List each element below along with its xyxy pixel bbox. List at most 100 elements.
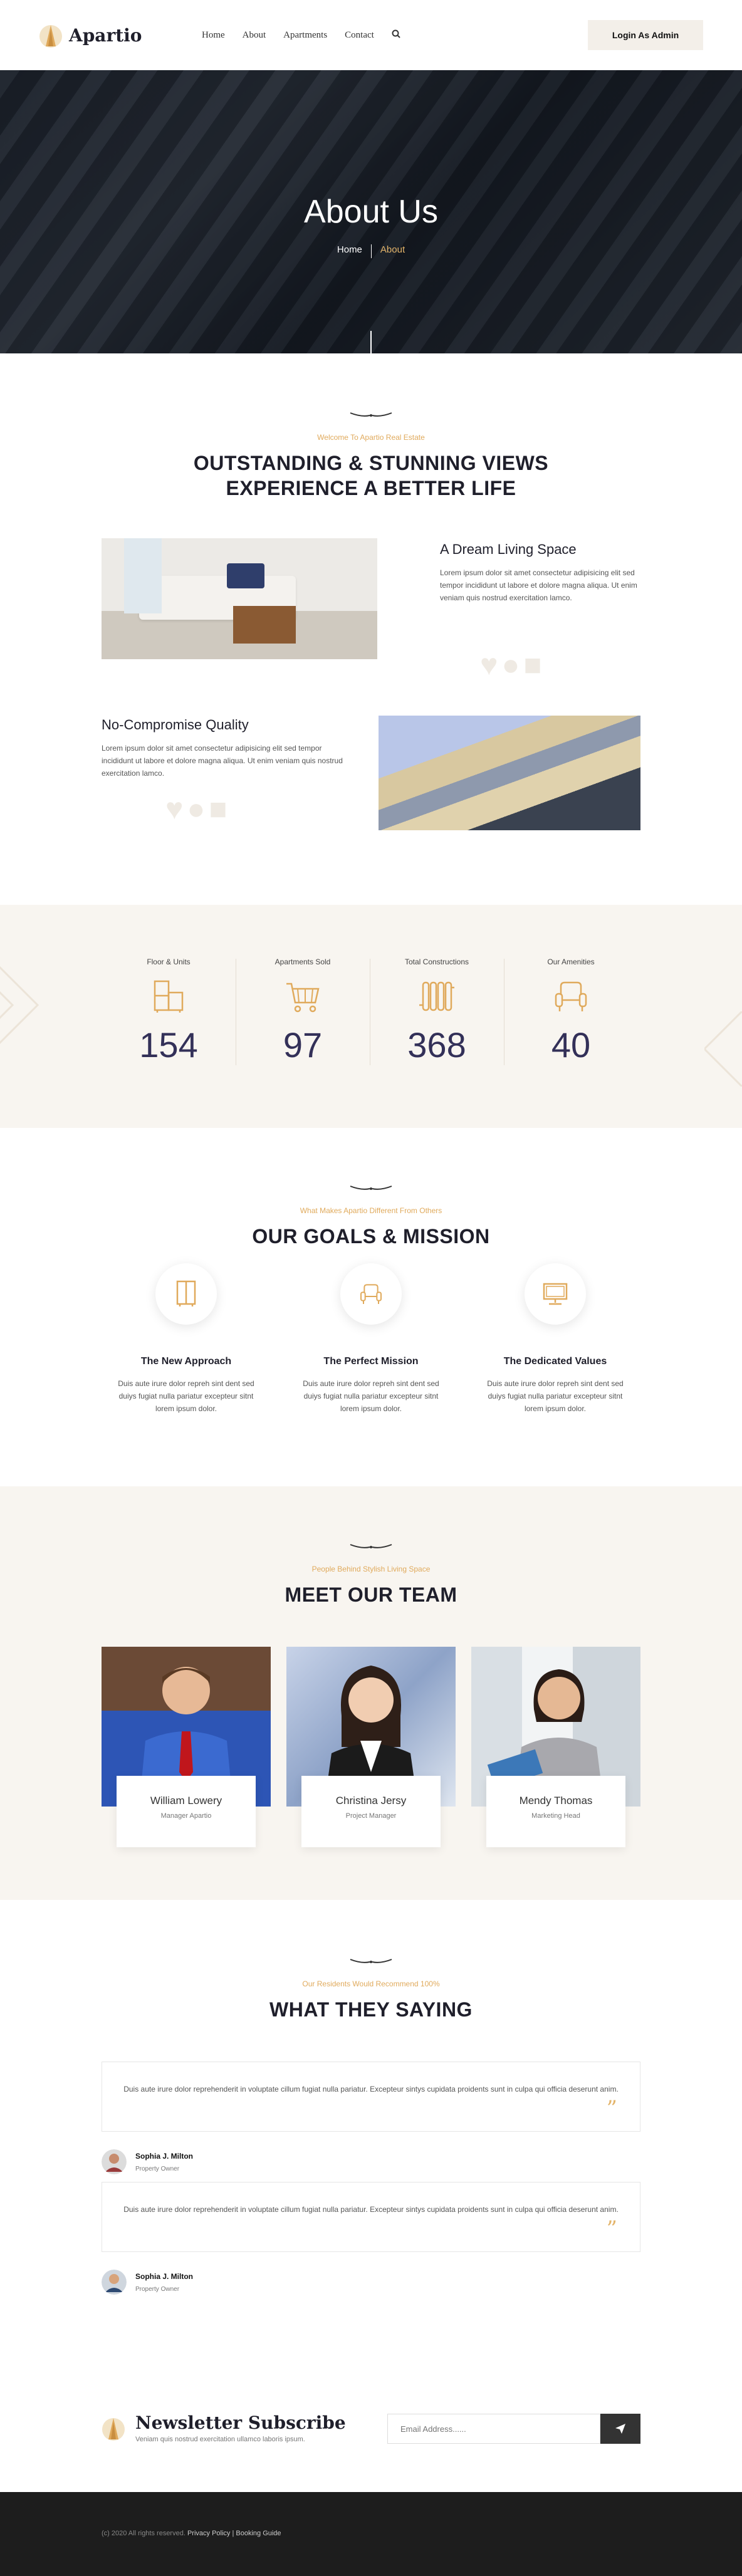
newsletter-heading: Newsletter Subscribe Veniam quis nostrud…	[102, 2412, 346, 2443]
member-name: William Lowery	[150, 1795, 222, 1807]
stat-value: 154	[139, 1025, 198, 1065]
feature-title: A Dream Living Space	[440, 541, 577, 557]
send-icon	[615, 2424, 625, 2434]
ornament-icon	[350, 1544, 392, 1548]
section-title-line1: OUTSTANDING & STUNNING VIEWS	[193, 452, 549, 474]
site-footer: (c) 2020 All rights reserved. Privacy Po…	[0, 2492, 742, 2576]
logo-icon	[39, 25, 62, 48]
goal-new-approach: The New Approach Duis aute irure dolor r…	[114, 1263, 258, 1415]
stat-floor-units: Floor & Units 154	[102, 957, 236, 1065]
goal-dedicated-values: The Dedicated Values Duis aute irure dol…	[483, 1263, 627, 1415]
goal-text: Duis aute irure dolor repreh sint dent s…	[487, 1379, 624, 1413]
stat-value: 40	[551, 1025, 591, 1065]
section-title-line2: EXPERIENCE A BETTER LIFE	[226, 477, 516, 499]
nav-home[interactable]: Home	[202, 30, 225, 41]
newsletter-subtitle: Veniam quis nostrud exercitation ullamco…	[135, 2436, 305, 2443]
nav-apartments[interactable]: Apartments	[283, 30, 327, 41]
watermark-shapes: ♥●■	[480, 649, 546, 682]
testimonials-section: Our Residents Would Recommend 100% WHAT …	[0, 1900, 742, 2350]
login-admin-button[interactable]: Login As Admin	[588, 20, 703, 50]
nav-about[interactable]: About	[243, 30, 266, 41]
avatar	[102, 2270, 127, 2295]
brand-name: Apartio	[69, 24, 142, 46]
section-title: OUR GOALS & MISSION	[252, 1225, 490, 1248]
stat-value: 368	[407, 1025, 466, 1065]
brand-logo[interactable]: Apartio	[39, 21, 202, 49]
stats-section: Floor & Units 154 Apartments Sold 97 Tot…	[0, 905, 742, 1128]
author-role: Property Owner	[135, 2165, 180, 2172]
testimonial-box: Duis aute irure dolor reprehenderit in v…	[102, 2062, 640, 2132]
wardrobe-icon	[176, 1280, 196, 1306]
quote-icon: ”	[606, 2216, 617, 2241]
author-name: Sophia J. Milton	[135, 2151, 193, 2161]
radiator-icon	[419, 981, 454, 1011]
copyright-text: (c) 2020 All rights reserved.	[102, 2530, 186, 2537]
feature-text: Lorem ipsum dolor sit amet consectetur a…	[440, 568, 637, 602]
nav-contact[interactable]: Contact	[345, 30, 374, 41]
about-section: Welcome To Apartio Real Estate OUTSTANDI…	[0, 353, 742, 905]
feature-quality: No-Compromise Quality Lorem ipsum dolor …	[102, 717, 346, 780]
search-icon[interactable]	[392, 29, 400, 41]
diamond-decoration-icon	[704, 1011, 742, 1087]
member-role: Project Manager	[345, 1812, 397, 1820]
section-kicker: Our Residents Would Recommend 100%	[302, 1979, 440, 1988]
team-section: People Behind Stylish Living Space MEET …	[0, 1486, 742, 1900]
living-room-image	[102, 538, 377, 659]
author-role: Property Owner	[135, 2285, 180, 2293]
goal-icon-circle	[340, 1263, 402, 1325]
stat-amenities: Our Amenities 40	[504, 957, 638, 1065]
ornament-icon	[350, 1959, 392, 1963]
footer-links[interactable]: Privacy Policy | Booking Guide	[187, 2530, 281, 2537]
feature-text: Lorem ipsum dolor sit amet consectetur a…	[102, 744, 343, 778]
watermark-shapes: ♥●■	[165, 793, 231, 826]
newsletter-title: Newsletter Subscribe	[135, 2412, 346, 2433]
goal-icon-circle	[155, 1263, 217, 1325]
section-title: MEET OUR TEAM	[285, 1583, 457, 1606]
ornament-icon	[350, 1186, 392, 1190]
testimonial-author: Sophia J. Milton Property Owner	[102, 2270, 193, 2295]
goal-icon-circle	[525, 1263, 586, 1325]
stat-label: Apartments Sold	[274, 957, 331, 966]
team-member[interactable]: William Lowery Manager Apartio	[102, 1647, 271, 1847]
testimonial-text: Duis aute irure dolor reprehenderit in v…	[123, 2205, 619, 2214]
feature-title: No-Compromise Quality	[102, 717, 249, 733]
member-role: Marketing Head	[531, 1812, 580, 1820]
testimonial-box: Duis aute irure dolor reprehenderit in v…	[102, 2182, 640, 2252]
building-image	[379, 716, 640, 830]
team-member[interactable]: Christina Jersy Project Manager	[286, 1647, 456, 1847]
stat-label: Our Amenities	[547, 957, 595, 966]
monitor-icon	[543, 1283, 568, 1305]
goal-title: The New Approach	[140, 1356, 232, 1367]
team-member[interactable]: Mendy Thomas Marketing Head	[471, 1647, 640, 1847]
goal-text: Duis aute irure dolor repreh sint dent s…	[303, 1379, 439, 1413]
goals-section: What Makes Apartio Different From Others…	[0, 1128, 742, 1486]
goal-title: The Perfect Mission	[323, 1356, 419, 1367]
ornament-icon	[350, 412, 392, 417]
page-title: About Us	[304, 194, 438, 230]
page-hero: About Us Home About	[0, 70, 742, 353]
email-field[interactable]	[387, 2414, 600, 2444]
site-header: Apartio Home About Apartments Contact Lo…	[0, 0, 742, 70]
cabinet-icon	[154, 980, 184, 1013]
breadcrumb-home[interactable]: Home	[337, 244, 362, 258]
section-title: WHAT THEY SAYING	[269, 1998, 473, 2021]
cart-icon	[286, 983, 320, 1013]
section-kicker: What Makes Apartio Different From Others	[300, 1206, 442, 1215]
stat-value: 97	[283, 1025, 323, 1065]
member-card: William Lowery Manager Apartio	[117, 1776, 256, 1847]
armchair-icon	[555, 981, 587, 1011]
member-name: Mendy Thomas	[519, 1795, 593, 1807]
subscribe-button[interactable]	[600, 2414, 640, 2444]
armchair-icon	[360, 1284, 382, 1304]
breadcrumb-current: About	[380, 244, 405, 255]
main-nav: Home About Apartments Contact	[202, 29, 400, 41]
section-kicker: Welcome To Apartio Real Estate	[317, 433, 425, 442]
feature-dream-living: A Dream Living Space Lorem ipsum dolor s…	[440, 541, 640, 604]
section-kicker: People Behind Stylish Living Space	[311, 1565, 431, 1573]
member-card: Christina Jersy Project Manager	[301, 1776, 441, 1847]
goal-title: The Dedicated Values	[503, 1356, 607, 1367]
breadcrumb: Home About	[0, 244, 742, 258]
newsletter-section: Newsletter Subscribe Veniam quis nostrud…	[0, 2350, 742, 2492]
member-name: Christina Jersy	[335, 1795, 407, 1807]
stat-apartments-sold: Apartments Sold 97	[236, 957, 370, 1065]
